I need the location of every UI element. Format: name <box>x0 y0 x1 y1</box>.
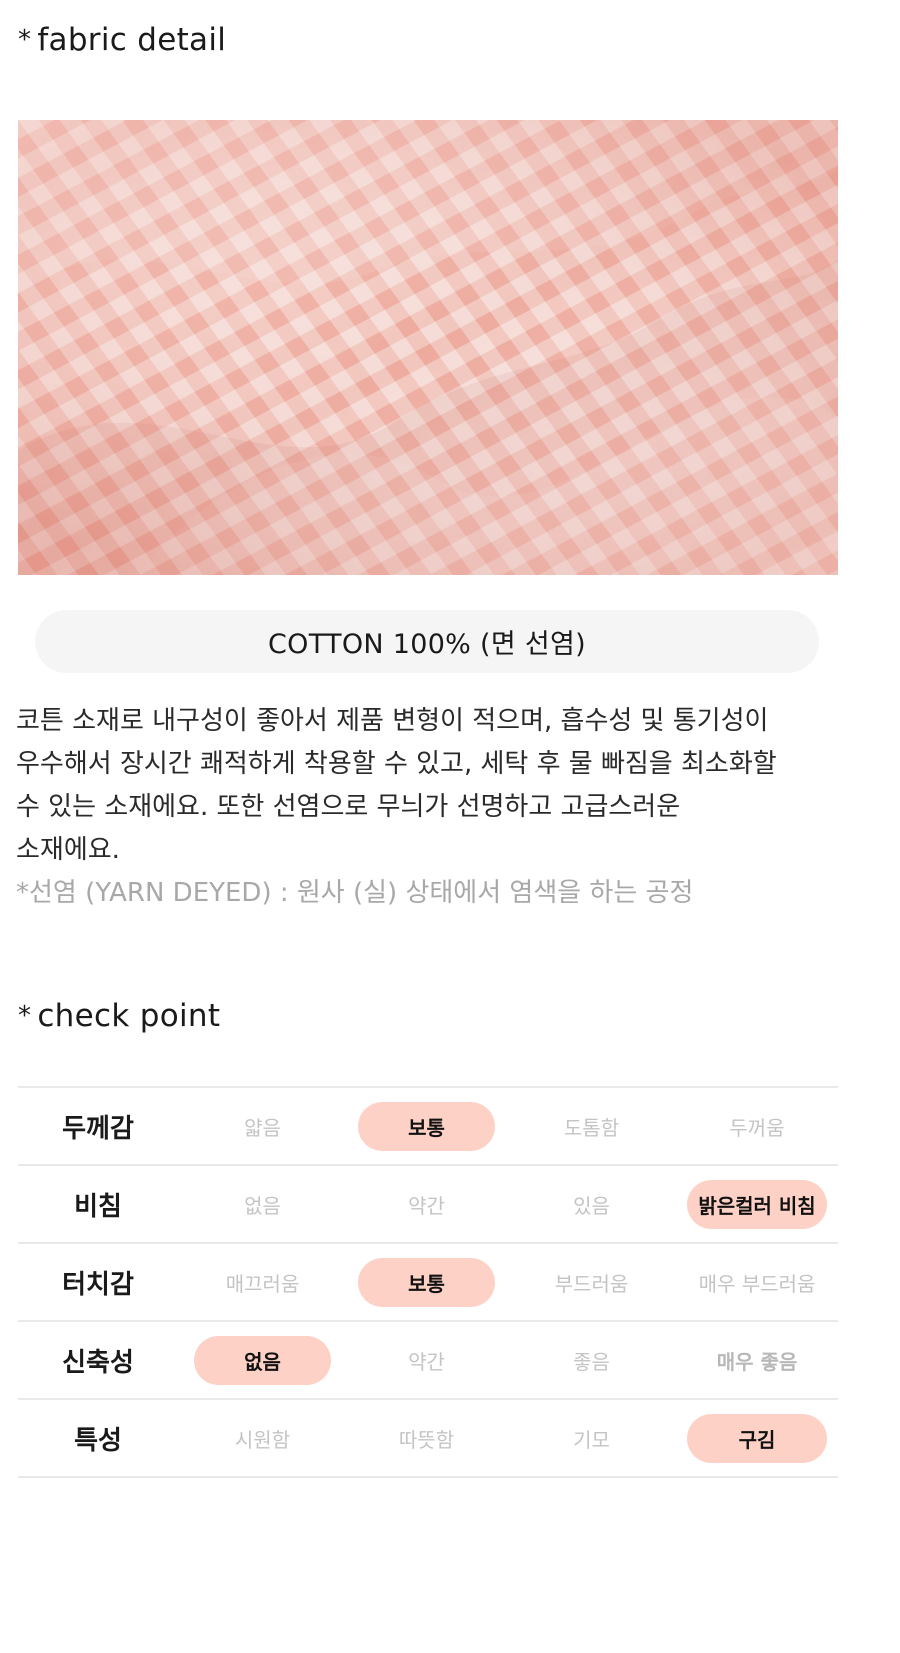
option-warm: 따뜻함 <box>398 1428 455 1452</box>
description-line: 우수해서 장시간 쾌적하게 착용할 수 있고, 세탁 후 물 빠짐을 최소화할 <box>16 749 777 779</box>
check-row-sheerness: 비침 없음 약간 있음 밝은컬러 비침 <box>18 1166 838 1244</box>
check-row-feature: 특성 시원함 따뜻함 기모 구김 <box>18 1400 838 1478</box>
option-very-soft: 매우 부드러움 <box>698 1272 816 1296</box>
option-medium-thick: 도톰함 <box>563 1116 620 1140</box>
row-label: 터치감 <box>62 1269 134 1300</box>
check-point-table: 두께감 얇음 보통 도톰함 두꺼움 비침 없음 약간 있음 밝은컬러 비침 터치… <box>18 1086 838 1478</box>
description-line: 수 있는 소재에요. 또한 선염으로 무늬가 선명하고 고급스러운 <box>16 792 681 822</box>
row-label: 신축성 <box>62 1347 134 1378</box>
option-yes: 있음 <box>573 1194 610 1218</box>
check-row-touch: 터치감 매끄러움 보통 부드러움 매우 부드러움 <box>18 1244 838 1322</box>
fabric-detail-title: * fabric detail <box>18 22 226 58</box>
option-normal-selected: 보통 <box>358 1258 495 1307</box>
description-line: 소재에요. <box>16 835 120 865</box>
row-label: 특성 <box>74 1425 122 1456</box>
option-none-selected: 없음 <box>194 1336 331 1385</box>
option-slight: 약간 <box>408 1350 445 1374</box>
option-soft: 부드러움 <box>554 1272 629 1296</box>
row-label: 비침 <box>74 1191 122 1222</box>
option-slight: 약간 <box>408 1194 445 1218</box>
option-smooth: 매끄러움 <box>225 1272 300 1296</box>
option-light-color-sheer-selected: 밝은컬러 비침 <box>687 1180 827 1229</box>
fabric-detail-title-text: fabric detail <box>37 22 227 58</box>
fabric-description: 코튼 소재로 내구성이 좋아서 제품 변형이 적으며, 흡수성 및 통기성이 우… <box>16 700 846 915</box>
check-row-thickness: 두께감 얇음 보통 도톰함 두꺼움 <box>18 1088 838 1166</box>
row-label: 두께감 <box>62 1113 134 1144</box>
description-line: 코튼 소재로 내구성이 좋아서 제품 변형이 적으며, 흡수성 및 통기성이 <box>16 706 769 736</box>
composition-badge: COTTON 100% (면 선염) <box>35 610 819 673</box>
fabric-photo <box>18 120 838 575</box>
option-thick: 두꺼움 <box>729 1116 785 1140</box>
check-point-title-text: check point <box>37 998 221 1034</box>
option-thin: 얇음 <box>244 1116 281 1140</box>
check-point-title: * check point <box>18 998 220 1034</box>
option-cool: 시원함 <box>234 1428 291 1452</box>
option-wrinkle-selected: 구김 <box>687 1414 827 1463</box>
check-row-stretch: 신축성 없음 약간 좋음 매우 좋음 <box>18 1322 838 1400</box>
option-very-good: 매우 좋음 <box>716 1350 798 1374</box>
option-good: 좋음 <box>573 1350 610 1374</box>
option-normal-selected: 보통 <box>358 1102 495 1151</box>
option-brushed: 기모 <box>573 1428 610 1452</box>
title-star: * <box>18 1001 32 1031</box>
option-none: 없음 <box>244 1194 281 1218</box>
yarn-dyed-note: *선염 (YARN DEYED) : 원사 (실) 상태에서 염색을 하는 공정 <box>16 878 694 908</box>
title-star: * <box>18 25 32 55</box>
